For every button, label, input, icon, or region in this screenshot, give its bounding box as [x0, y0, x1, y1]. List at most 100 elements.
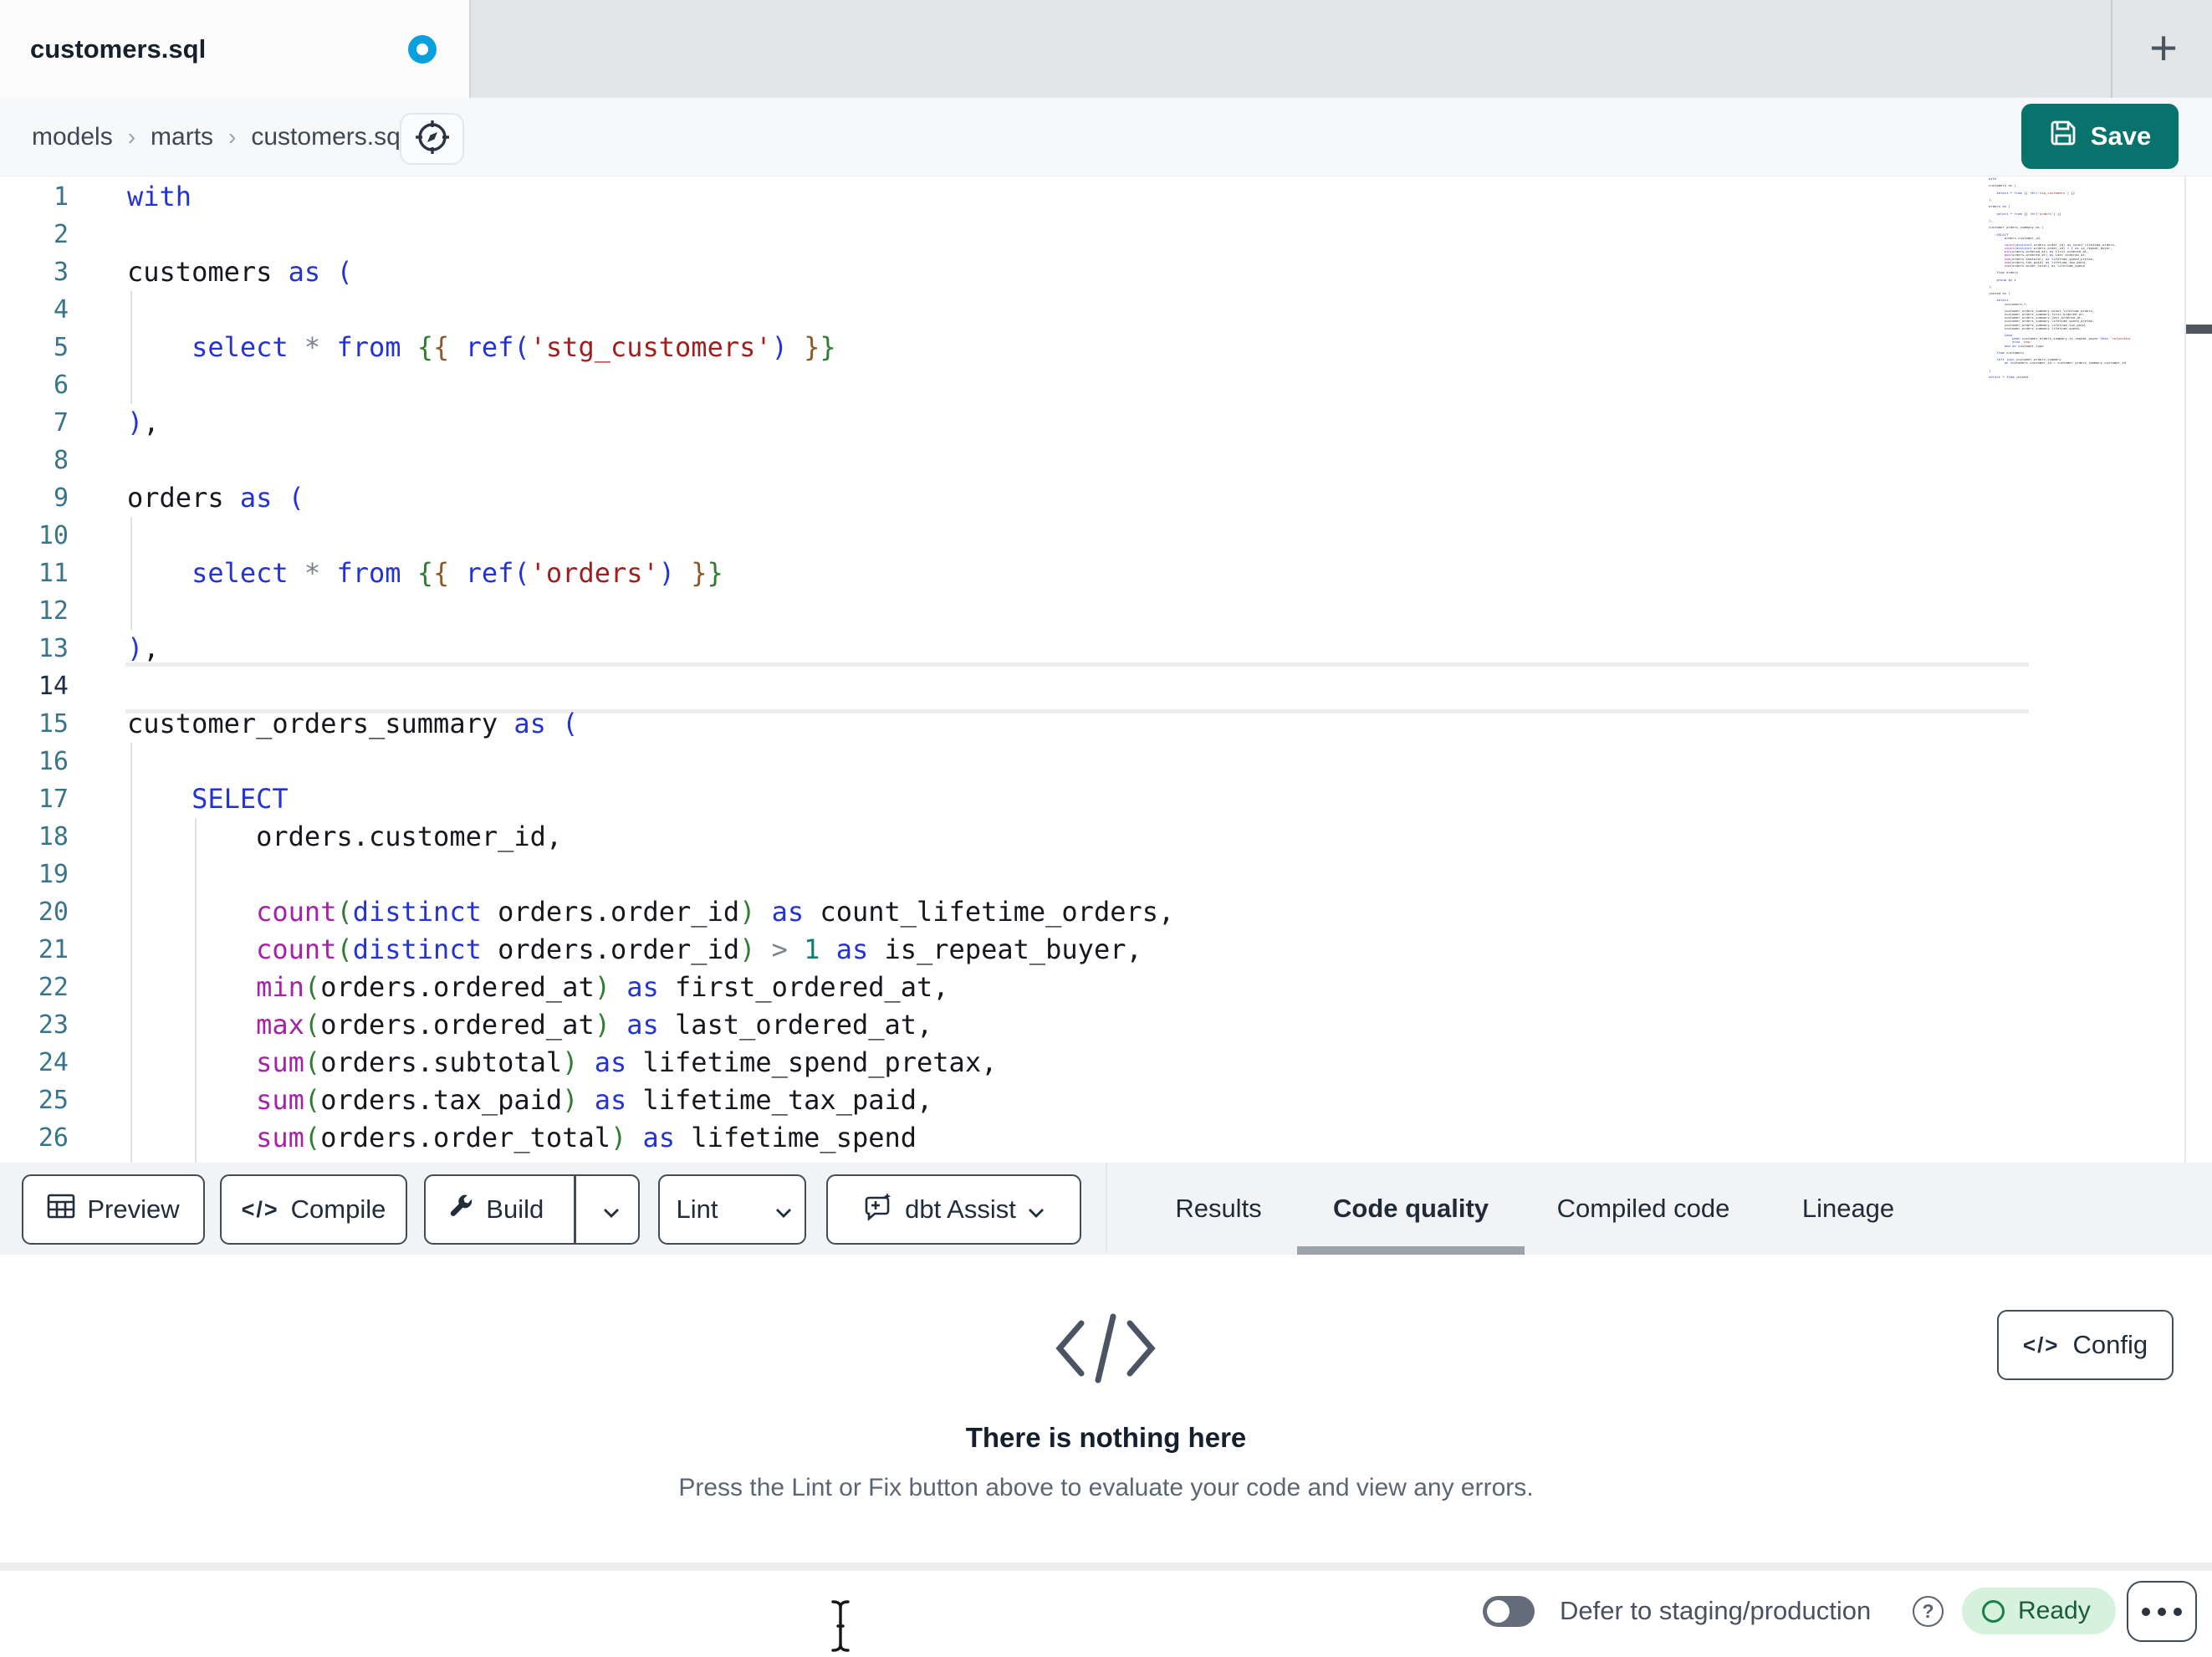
line-number: 2: [53, 220, 69, 249]
minimap[interactable]: with customers as ( select * from {{ ref…: [1989, 177, 2185, 383]
code-text: select * from {{ ref('stg_customers') }}: [192, 331, 836, 363]
code-line[interactable]: 13),: [0, 630, 2212, 667]
new-tab-button[interactable]: +: [2128, 14, 2199, 84]
build-button-label: Build: [486, 1194, 544, 1224]
code-line[interactable]: 19: [0, 856, 2212, 893]
code-line[interactable]: 12: [0, 592, 2212, 630]
code-line[interactable]: 24 sum(orders.subtotal) as lifetime_spen…: [0, 1044, 2212, 1082]
breadcrumb-item-marts[interactable]: marts: [151, 123, 213, 151]
build-split-button: Build: [424, 1174, 640, 1245]
code-line[interactable]: 1 with: [0, 178, 2212, 216]
indent-guide: [130, 743, 132, 1163]
lint-button[interactable]: Lint: [658, 1176, 737, 1243]
chevron-down-icon: [1028, 1194, 1045, 1225]
code-line[interactable]: 4: [0, 291, 2212, 329]
help-icon[interactable]: ?: [1913, 1596, 1944, 1627]
code-editor[interactable]: 1 with 2 3 customers as (4 5 select * from {{…: [0, 176, 2212, 1163]
ellipsis-icon: [2174, 1607, 2182, 1616]
dbt-assist-button[interactable]: dbt Assist: [826, 1174, 1081, 1245]
build-button[interactable]: Build: [429, 1176, 562, 1243]
tab-code-quality[interactable]: Code quality: [1333, 1163, 1489, 1255]
tab-lineage[interactable]: Lineage: [1802, 1163, 1894, 1255]
compass-icon: [413, 118, 452, 161]
line-number: 18: [38, 822, 69, 852]
code-line[interactable]: 16: [0, 743, 2212, 780]
breadcrumb-item-file[interactable]: customers.sql: [251, 123, 406, 151]
code-line[interactable]: 11 select * from {{ ref('orders') }}: [0, 555, 2212, 592]
line-number: 8: [53, 446, 69, 475]
breadcrumb-item-models[interactable]: models: [32, 123, 113, 151]
save-button-label: Save: [2090, 121, 2152, 151]
line-number: 20: [38, 898, 69, 927]
code-brackets-empty-icon: [1053, 1308, 1158, 1393]
code-line[interactable]: 20 count(distinct orders.order_id) as co…: [0, 893, 2212, 931]
ellipsis-icon: [2142, 1607, 2150, 1616]
status-bar: Defer to staging/production ? Ready: [0, 1571, 2212, 1651]
ibeam-cursor: [824, 1599, 857, 1657]
code-line[interactable]: 17 SELECT: [0, 780, 2212, 818]
line-number: 5: [53, 333, 69, 362]
code-line[interactable]: 22 min(orders.ordered_at) as first_order…: [0, 969, 2212, 1006]
code-line[interactable]: 26 sum(orders.order_total) as lifetime_s…: [0, 1119, 2212, 1157]
code-line[interactable]: 18 orders.customer_id,: [0, 818, 2212, 856]
split-button-divider: [574, 1176, 576, 1243]
code-text: with: [127, 181, 192, 212]
code-quality-panel: There is nothing here Press the Lint or …: [0, 1255, 2212, 1562]
preview-button[interactable]: Preview: [22, 1174, 205, 1245]
chevron-down-icon: [603, 1194, 620, 1225]
code-line[interactable]: 15 customer_orders_summary as (: [0, 705, 2212, 743]
defer-toggle[interactable]: [1483, 1596, 1535, 1627]
code-line[interactable]: 8: [0, 442, 2212, 479]
code-line[interactable]: 3 customers as (: [0, 253, 2212, 291]
line-number: 15: [38, 709, 69, 739]
lint-split-button: Lint: [658, 1174, 806, 1245]
breadcrumb: models › marts › customers.sql: [32, 98, 406, 176]
chevron-down-icon: [775, 1194, 792, 1225]
save-button[interactable]: Save: [2021, 104, 2179, 169]
code-line[interactable]: 21 count(distinct orders.order_id) > 1 a…: [0, 931, 2212, 969]
indent-guide: [130, 517, 132, 630]
code-line[interactable]: 25 sum(orders.tax_paid) as lifetime_tax_…: [0, 1082, 2212, 1119]
tab-results[interactable]: Results: [1175, 1163, 1261, 1255]
dbt-assist-button-label: dbt Assist: [905, 1194, 1016, 1224]
code-text: customers as (: [127, 256, 353, 288]
breadcrumb-separator: ›: [127, 123, 136, 150]
line-number: 21: [38, 935, 69, 964]
line-number: 16: [38, 747, 69, 776]
code-line[interactable]: 2: [0, 216, 2212, 253]
breadcrumb-row: models › marts › customers.sql: [0, 98, 2212, 176]
code-line[interactable]: 10: [0, 517, 2212, 555]
more-options-button[interactable]: [2127, 1581, 2197, 1642]
config-button[interactable]: </> Config: [1997, 1310, 2174, 1380]
line-number: 13: [38, 634, 69, 663]
lint-menu-button[interactable]: [760, 1176, 807, 1243]
view-docs-button[interactable]: [400, 113, 464, 165]
code-line[interactable]: 5 select * from {{ ref('stg_customers') …: [0, 329, 2212, 366]
breadcrumb-separator: ›: [228, 123, 237, 150]
code-text: sum(orders.tax_paid) as lifetime_tax_pai…: [256, 1084, 933, 1116]
minimap-code: with customers as ( select * from {{ ref…: [1989, 177, 2133, 379]
code-line[interactable]: 7),: [0, 404, 2212, 442]
tab-customers-sql[interactable]: customers.sql: [0, 0, 471, 98]
line-number: 3: [53, 258, 69, 287]
code-text: sum(orders.subtotal) as lifetime_spend_p…: [256, 1046, 998, 1078]
code-line[interactable]: 23 max(orders.ordered_at) as last_ordere…: [0, 1006, 2212, 1044]
tab-compiled-code[interactable]: Compiled code: [1557, 1163, 1730, 1255]
code-text: ),: [127, 407, 160, 438]
code-line[interactable]: 9 orders as (: [0, 479, 2212, 517]
scrollbar-marker[interactable]: [2186, 325, 2212, 334]
code-line[interactable]: 6: [0, 366, 2212, 404]
code-lines: 1 with 2 3 customers as (4 5 select * from {{…: [0, 178, 2212, 1157]
compile-button[interactable]: </> Compile: [220, 1174, 407, 1245]
line-number: 25: [38, 1086, 69, 1115]
preview-button-label: Preview: [87, 1194, 180, 1224]
code-text: max(orders.ordered_at) as last_ordered_a…: [256, 1009, 933, 1041]
code-line[interactable]: 14: [0, 667, 2212, 705]
config-button-label: Config: [2072, 1330, 2148, 1359]
build-menu-button[interactable]: [588, 1176, 635, 1243]
line-number: 7: [53, 408, 69, 437]
